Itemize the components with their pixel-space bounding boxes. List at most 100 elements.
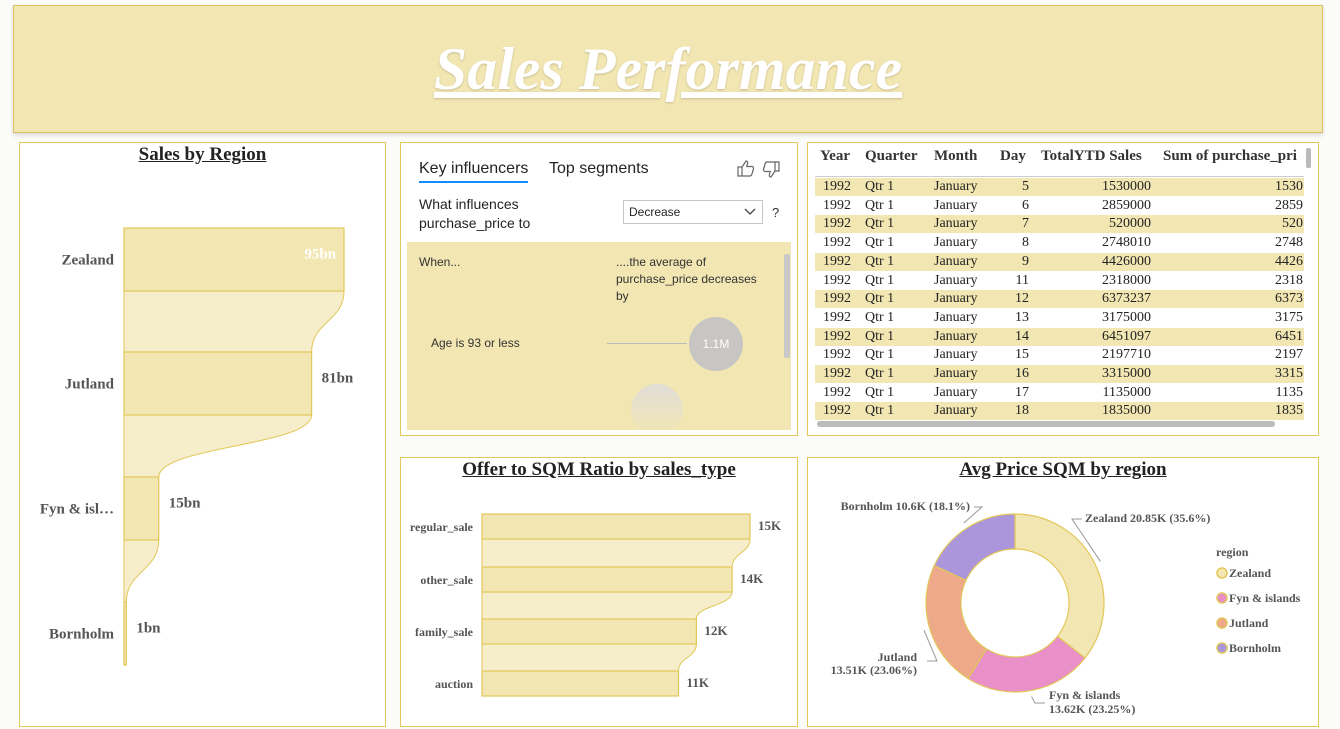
table-cell: 8 xyxy=(1022,235,1029,251)
donut-data-label: Zealand 20.85K (35.6%) xyxy=(1085,511,1210,525)
table-cell: January xyxy=(934,235,978,251)
influencer-connector-line xyxy=(607,343,687,344)
region-ribbon xyxy=(123,414,313,478)
avg-price-donut-chart: Zealand 20.85K (35.6%)Fyn & islands13.62… xyxy=(831,499,1301,716)
column-header-quarter[interactable]: Quarter xyxy=(865,148,917,165)
donut-data-label: Bornholm 10.6K (18.1%) xyxy=(841,499,970,513)
influencer-detail-area: When... ....the average of purchase_pric… xyxy=(407,242,791,430)
region-value-label: 81bn xyxy=(322,371,354,387)
table-cell: Qtr 1 xyxy=(865,291,895,307)
region-value-label: 15bn xyxy=(169,496,201,512)
vertical-scrollbar[interactable] xyxy=(784,254,790,358)
column-header-sum-purchase[interactable]: Sum of purchase_pri xyxy=(1163,148,1304,165)
table-cell: Qtr 1 xyxy=(865,197,895,213)
table-cell: 1992 xyxy=(823,384,851,400)
table-cell: 15 xyxy=(1015,347,1029,363)
key-influencers-panel[interactable]: Key influencers Top segments What influe… xyxy=(400,142,798,436)
table-cell: 4426000 xyxy=(1102,253,1151,269)
table-cell: 1992 xyxy=(823,366,851,381)
donut-slice xyxy=(933,513,1016,582)
table-row[interactable]: 1992 Qtr 1 January 18 1835000 1835 xyxy=(815,402,1304,421)
table-cell: 6373237 xyxy=(1102,291,1151,307)
table-cell: 1992 xyxy=(823,253,851,269)
table-row[interactable]: 1992 Qtr 1 January 9 4426000 4426 xyxy=(815,252,1304,271)
influencer-value-bubble[interactable]: 1.1M xyxy=(689,317,743,371)
table-cell: January xyxy=(934,384,978,400)
table-cell: 9 xyxy=(1022,253,1029,269)
donut-slice xyxy=(1014,513,1105,659)
table-row[interactable]: 1992 Qtr 1 January 8 2748010 2748 xyxy=(815,234,1304,253)
table-cell: 6373 xyxy=(1275,291,1303,307)
legend-marker xyxy=(1216,592,1228,604)
table-row[interactable]: 1992 Qtr 1 January 12 6373237 6373 xyxy=(815,290,1304,309)
legend-title: region xyxy=(1216,545,1249,559)
table-cell: January xyxy=(934,328,978,344)
help-icon[interactable]: ? xyxy=(772,205,779,220)
column-header-totalytd-sales[interactable]: TotalYTD Sales xyxy=(1041,148,1142,165)
legend-marker xyxy=(1216,642,1228,654)
offer-bar xyxy=(481,618,697,645)
direction-dropdown[interactable]: Decrease xyxy=(623,200,763,224)
table-cell: Qtr 1 xyxy=(865,328,895,344)
donut-slice xyxy=(925,564,988,680)
result-line1: ....the average of xyxy=(616,255,707,269)
sales-by-region-chart: Zealand 95bn Jutland 81bn Fyn & isl… 15bn Born… xyxy=(40,227,354,666)
table-row[interactable]: 1992 Qtr 1 January 17 1135000 1135 xyxy=(815,383,1304,402)
tab-top-segments[interactable]: Top segments xyxy=(549,160,649,178)
when-label: When... xyxy=(419,255,461,269)
table-row[interactable]: 1992 Qtr 1 January 14 6451097 6451 xyxy=(815,327,1304,346)
donut-data-label: 13.62K (23.25%) xyxy=(1049,702,1135,716)
table-cell: 2318 xyxy=(1275,272,1303,288)
region-bar xyxy=(123,601,127,666)
table-cell: 3315 xyxy=(1275,366,1303,381)
table-row[interactable]: 1992 Qtr 1 January 13 3175000 3175 xyxy=(815,308,1304,327)
tab-key-influencers[interactable]: Key influencers xyxy=(419,160,529,183)
influence-question-line1: What influences xyxy=(419,196,519,212)
table-horizontal-scrollbar[interactable] xyxy=(817,421,1275,427)
column-header-day[interactable]: Day xyxy=(1000,148,1026,165)
donut-leader-line xyxy=(1031,696,1045,704)
table-row[interactable]: 1992 Qtr 1 January 11 2318000 2318 xyxy=(815,271,1304,290)
table-cell: 1835 xyxy=(1275,403,1303,419)
result-line3: by xyxy=(616,289,629,303)
table-cell: 2748010 xyxy=(1102,235,1151,251)
table-vertical-scrollbar[interactable] xyxy=(1306,148,1311,168)
table-cell: Qtr 1 xyxy=(865,253,895,269)
table-cell: 2318000 xyxy=(1102,272,1151,288)
table-cell: 5 xyxy=(1022,179,1029,194)
region-category-label: Jutland xyxy=(65,377,115,393)
region-category-label: Bornholm xyxy=(49,627,115,643)
donut-data-label: 13.51K (23.06%) xyxy=(831,663,917,677)
table-cell: 1135000 xyxy=(1102,384,1151,400)
table-row[interactable]: 1992 Qtr 1 January 16 3315000 3315 xyxy=(815,365,1304,383)
thumbs-up-icon[interactable] xyxy=(736,159,756,177)
table-cell: Qtr 1 xyxy=(865,384,895,400)
table-cell: 2859000 xyxy=(1102,197,1151,213)
table-row[interactable]: 1992 Qtr 1 January 5 1530000 1530 xyxy=(815,178,1304,196)
region-value-label: 1bn xyxy=(136,621,161,637)
table-cell: 2859 xyxy=(1275,197,1303,213)
column-header-month[interactable]: Month xyxy=(934,148,977,165)
offer-category-label: regular_sale xyxy=(410,520,474,534)
table-cell: 16 xyxy=(1015,366,1029,381)
header-divider xyxy=(815,176,1304,177)
table-row[interactable]: 1992 Qtr 1 January 15 2197710 2197 xyxy=(815,346,1304,365)
region-category-label: Zealand xyxy=(61,253,114,269)
table-cell: 2197 xyxy=(1275,347,1303,363)
influencer-factor-label[interactable]: Age is 93 or less xyxy=(431,336,520,350)
table-cell: Qtr 1 xyxy=(865,216,895,232)
table-cell: 1992 xyxy=(823,179,851,194)
table-row[interactable]: 1992 Qtr 1 January 7 520000 520 xyxy=(815,215,1304,234)
table-cell: Qtr 1 xyxy=(865,179,895,194)
thumbs-down-icon[interactable] xyxy=(761,161,781,179)
table-cell: Qtr 1 xyxy=(865,272,895,288)
result-line2: purchase_price decreases xyxy=(616,272,757,286)
table-cell: January xyxy=(934,197,978,213)
column-header-year[interactable]: Year xyxy=(820,148,850,165)
table-cell: 6 xyxy=(1022,197,1029,213)
table-cell: Qtr 1 xyxy=(865,366,895,381)
table-cell: 1992 xyxy=(823,235,851,251)
table-row[interactable]: 1992 Qtr 1 January 6 2859000 2859 xyxy=(815,196,1304,215)
region-ribbon xyxy=(123,539,160,603)
offer-bar xyxy=(481,670,680,697)
